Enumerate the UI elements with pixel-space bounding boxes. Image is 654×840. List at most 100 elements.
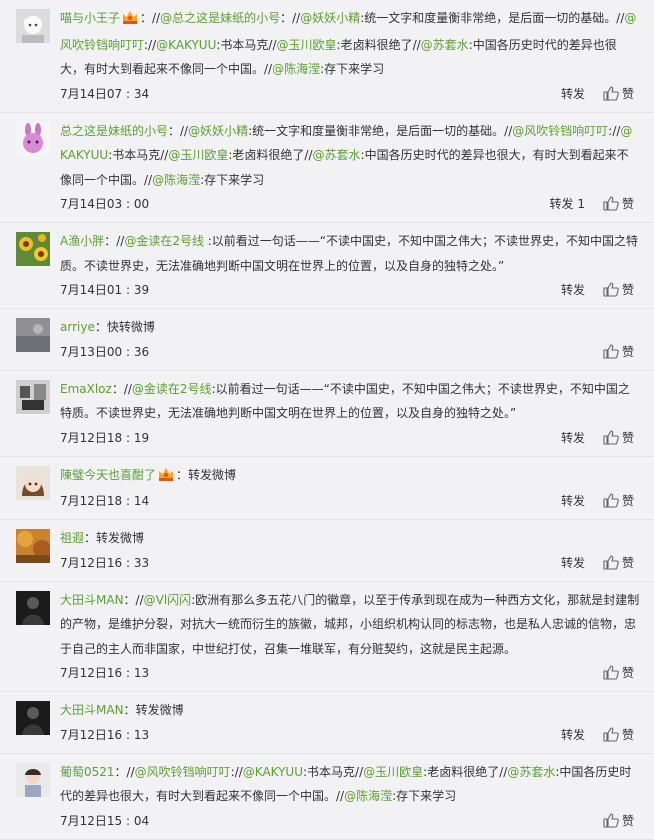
post-timestamp[interactable]: 7月12日15 : 04 [60, 814, 149, 828]
repost-content: 总之这是妹纸的小号：//@妖妖小精:统一文字和度量衡非常绝，是后面一切的基础。/… [60, 119, 640, 193]
post-timestamp[interactable]: 7月13日00 : 36 [60, 345, 149, 359]
like-button[interactable]: 赞 [603, 278, 634, 305]
repost-text: :// [144, 37, 157, 52]
mention-link[interactable]: @金读在2号线 [132, 382, 212, 396]
author-name-link[interactable]: 大田斗MAN [60, 593, 124, 607]
mention-link[interactable]: @苏套水 [421, 38, 469, 52]
thumbs-up-icon [603, 492, 619, 516]
repost-text: :// [230, 764, 243, 779]
repost-button[interactable]: 转发 [561, 489, 585, 513]
mention-link[interactable]: @风吹铃铛响叮叮 [512, 124, 608, 138]
user-avatar[interactable] [16, 465, 50, 500]
mention-link[interactable]: @金读在2号线 [124, 234, 204, 248]
author-name-link[interactable]: 陳璧今天也喜酣了 [60, 468, 156, 482]
mention-link[interactable]: @KAKYUU [243, 765, 303, 779]
post-timestamp[interactable]: 7月14日07 : 34 [60, 87, 149, 101]
repost-item: 总之这是妹纸的小号：//@妖妖小精:统一文字和度量衡非常绝，是后面一切的基础。/… [0, 113, 654, 223]
author-name-link[interactable]: arriye [60, 320, 95, 334]
repost-button[interactable]: 转发 [561, 426, 585, 450]
thumbs-up-icon [603, 195, 619, 219]
thumbs-up-icon [603, 343, 619, 367]
repost-item: 葡萄0521：//@风吹铃铛响叮叮://@KAKYUU:书本马克//@玉川欧皇:… [0, 754, 654, 840]
post-actions: 转发 赞 [561, 551, 634, 578]
repost-text: :书本马克// [216, 37, 277, 52]
like-button[interactable]: 赞 [603, 489, 634, 516]
mention-link[interactable]: @妖妖小精 [300, 11, 360, 25]
mention-link[interactable]: @玉川欧皇 [277, 38, 337, 52]
text-separator: ：// [111, 381, 132, 396]
repost-button[interactable]: 转发 [561, 278, 585, 302]
post-timestamp[interactable]: 7月12日16 : 13 [60, 666, 149, 680]
repost-meta: 7月12日16 : 13 赞 [60, 661, 640, 685]
user-avatar[interactable] [16, 121, 50, 156]
like-button[interactable]: 赞 [603, 809, 634, 836]
like-label: 赞 [621, 813, 634, 828]
mention-link[interactable]: @苏套水 [507, 765, 555, 779]
like-button[interactable]: 赞 [603, 82, 634, 109]
thumbs-up-icon [603, 554, 619, 578]
like-button[interactable]: 赞 [603, 426, 634, 453]
repost-item: 大田斗MAN：转发微博 7月12日16 : 13 转发 赞 [0, 692, 654, 754]
mention-link[interactable]: @陈海滢 [272, 62, 320, 76]
like-button[interactable]: 赞 [603, 340, 634, 367]
text-separator: ： [176, 467, 189, 482]
author-name-link[interactable]: A渔小胖 [60, 234, 104, 248]
author-name-link[interactable]: 总之这是妹纸的小号 [60, 124, 168, 138]
author-name-link[interactable]: 喵与小王子 [60, 11, 120, 25]
repost-text: :老卤料很绝了// [423, 764, 508, 779]
author-name-link[interactable]: 祖遐 [60, 531, 84, 545]
repost-item: 陳璧今天也喜酣了 ：转发微博 7月12日18 : 14 转发 赞 [0, 457, 654, 520]
repost-button[interactable]: 转发 1 [550, 192, 585, 216]
like-button[interactable]: 赞 [603, 551, 634, 578]
post-timestamp[interactable]: 7月14日03 : 00 [60, 197, 149, 211]
repost-text: 转发微博 [135, 703, 184, 717]
user-avatar[interactable] [16, 9, 50, 43]
repost-meta: 7月12日16 : 33 转发 赞 [60, 551, 640, 575]
mention-link[interactable]: @陈海滢 [152, 173, 200, 187]
user-avatar[interactable] [16, 318, 50, 352]
user-avatar[interactable] [16, 701, 50, 735]
like-button[interactable]: 赞 [603, 723, 634, 750]
user-avatar[interactable] [16, 529, 50, 563]
post-timestamp[interactable]: 7月12日18 : 19 [60, 431, 149, 445]
post-timestamp[interactable]: 7月14日01 : 39 [60, 283, 149, 297]
mention-link[interactable]: @KAKYUU [156, 38, 216, 52]
post-timestamp[interactable]: 7月12日16 : 13 [60, 728, 149, 742]
repost-text: 转发微博 [96, 531, 145, 545]
mention-link[interactable]: @陈海滢 [344, 789, 392, 803]
mention-link[interactable]: @总之这是妹纸的小号 [160, 11, 280, 25]
user-avatar[interactable] [16, 590, 50, 625]
post-actions: 赞 [603, 340, 634, 367]
like-button[interactable]: 赞 [603, 192, 634, 219]
repost-text: :存下来学习 [320, 62, 385, 76]
post-actions: 转发 赞 [561, 426, 634, 453]
mention-link[interactable]: @Vl闪闪 [144, 593, 192, 607]
post-timestamp[interactable]: 7月12日16 : 33 [60, 556, 149, 570]
repost-text: :书本马克// [303, 764, 364, 779]
repost-button[interactable]: 转发 [561, 723, 585, 747]
user-avatar[interactable] [16, 379, 50, 414]
repost-content: 大田斗MAN：//@Vl闪闪:欧洲有那么多五花八门的徽章，以至于传承到现在成为一… [60, 588, 640, 662]
post-timestamp[interactable]: 7月12日18 : 14 [60, 494, 149, 508]
author-name-link[interactable]: 大田斗MAN [60, 703, 124, 717]
repost-button[interactable]: 转发 [561, 551, 585, 575]
author-name-link[interactable]: EmaXloz [60, 382, 112, 396]
mention-link[interactable]: @玉川欧皇 [168, 148, 228, 162]
mention-link[interactable]: @玉川欧皇 [363, 765, 423, 779]
like-label: 赞 [621, 666, 634, 680]
repost-content: EmaXloz：//@金读在2号线:以前看过一句话——“不读中国史，不知中国之伟… [60, 377, 640, 426]
post-actions: 转发 赞 [561, 278, 634, 305]
user-avatar[interactable] [16, 232, 50, 266]
repost-item: 大田斗MAN：//@Vl闪闪:欧洲有那么多五花八门的徽章，以至于传承到现在成为一… [0, 582, 654, 692]
author-name-link[interactable]: 葡萄0521 [60, 765, 115, 779]
mention-link[interactable]: @风吹铃铛响叮叮 [135, 765, 231, 779]
repost-content: 祖遐：转发微博 [60, 526, 640, 551]
post-actions: 转发 赞 [561, 489, 634, 516]
like-label: 赞 [621, 555, 634, 570]
mention-link[interactable]: @苏套水 [313, 148, 361, 162]
mention-link[interactable]: @妖妖小精 [188, 124, 248, 138]
repost-button[interactable]: 转发 [561, 82, 585, 106]
repost-meta: 7月12日18 : 14 转发 赞 [60, 489, 640, 513]
like-button[interactable]: 赞 [603, 661, 634, 688]
user-avatar[interactable] [16, 762, 50, 797]
